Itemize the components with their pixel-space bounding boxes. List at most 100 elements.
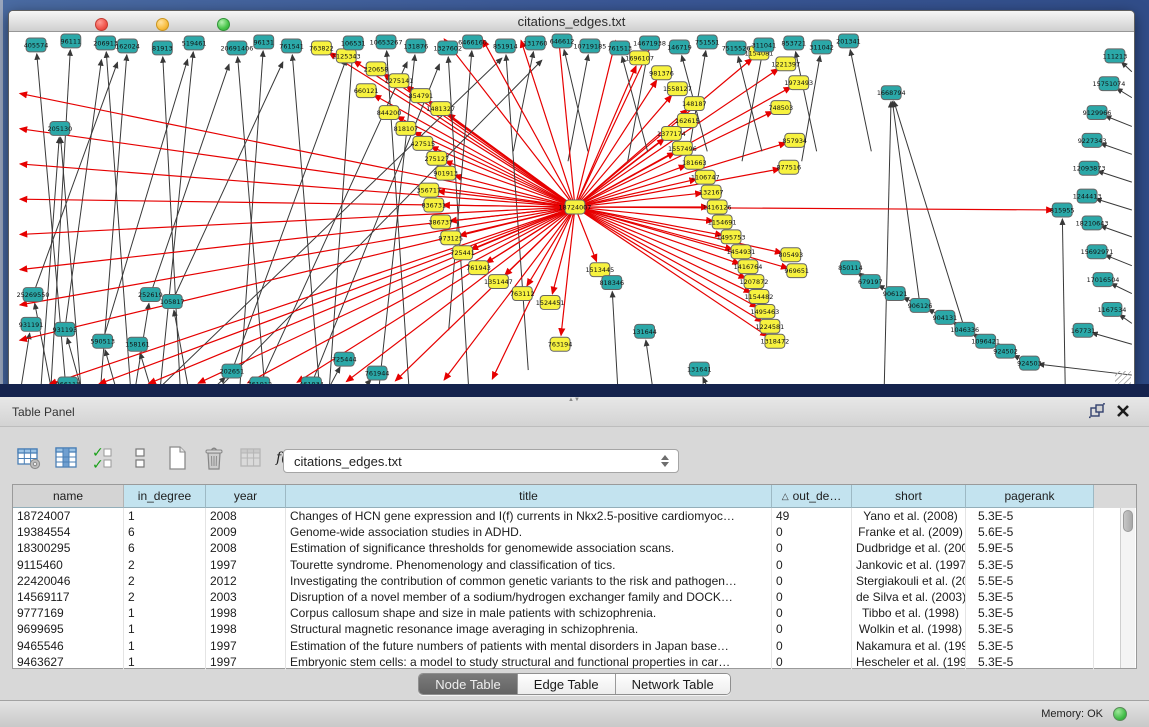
graph-edge[interactable] xyxy=(20,207,575,340)
graph-node-label: 1377174 xyxy=(657,130,686,138)
graph-edge[interactable] xyxy=(612,292,617,387)
table-row[interactable]: 1872400712008Changes of HCN gene express… xyxy=(13,508,1136,524)
deselect-all-button[interactable] xyxy=(125,443,155,473)
vertical-scrollbar[interactable] xyxy=(1120,508,1135,668)
graph-node-label: 311041 xyxy=(752,41,777,49)
graph-edge[interactable] xyxy=(329,53,575,207)
graph-edge[interactable] xyxy=(742,54,762,162)
delete-rows-button[interactable] xyxy=(199,443,229,473)
graph-edge[interactable] xyxy=(1092,333,1132,344)
window-titlebar[interactable]: citations_edges.txt xyxy=(9,11,1134,32)
table-row[interactable]: 946554611997Estimation of the future num… xyxy=(13,638,1136,654)
graph-edge[interactable] xyxy=(21,333,30,387)
graph-edge[interactable] xyxy=(174,310,188,387)
graph-edge[interactable] xyxy=(49,207,575,384)
column-header-title[interactable]: title xyxy=(286,485,772,508)
graph-edge[interactable] xyxy=(575,169,780,207)
scrollbar-thumb[interactable] xyxy=(1123,510,1133,532)
table-cell-pagerank: 5.9E-5 xyxy=(966,540,1094,556)
graph-edge[interactable] xyxy=(568,55,588,162)
graph-edge[interactable] xyxy=(552,207,575,294)
table-row[interactable]: 969969511998Structural magnetic resonanc… xyxy=(13,621,1136,637)
graph-edge[interactable] xyxy=(379,55,415,387)
graph-edge[interactable] xyxy=(892,102,920,306)
graph-edge[interactable] xyxy=(232,59,346,371)
sort-ascending-icon: △ xyxy=(782,491,789,502)
column-header-pagerank[interactable]: pagerank xyxy=(966,485,1094,508)
graph-edge[interactable] xyxy=(1101,143,1132,154)
delete-table-button-disabled[interactable] xyxy=(236,443,266,473)
graph-edge[interactable] xyxy=(575,111,773,207)
table-row[interactable]: 1456911722003Disruption of a novel membe… xyxy=(13,589,1136,605)
graph-edge[interactable] xyxy=(140,353,150,387)
column-header-in-degree[interactable]: in_degree xyxy=(124,485,206,508)
table-row[interactable]: 946362711997Embryonic stem cells: a mode… xyxy=(13,654,1136,670)
table-row[interactable]: 1938455462009Genome-wide association stu… xyxy=(13,524,1136,540)
graph-edge[interactable] xyxy=(884,102,891,387)
graph-edge[interactable] xyxy=(20,207,575,234)
graph-edge[interactable] xyxy=(65,60,102,330)
graph-edge[interactable] xyxy=(1111,283,1132,293)
graph-edge[interactable] xyxy=(20,207,575,305)
column-header-short[interactable]: short xyxy=(852,485,966,508)
graph-edge[interactable] xyxy=(35,303,51,387)
table-cell-short: Nakamura et al. (1997) xyxy=(852,638,966,654)
graph-node-label: 275127 xyxy=(424,155,449,163)
graph-edge[interactable] xyxy=(1121,62,1131,72)
table-row[interactable]: 911546021997Tourette syndrome. Phenomeno… xyxy=(13,557,1136,573)
resize-grip[interactable] xyxy=(1115,371,1131,384)
graph-node-label: 1495463 xyxy=(751,308,780,316)
graph-edge[interactable] xyxy=(240,51,263,387)
graph-edge[interactable] xyxy=(738,57,762,152)
new-table-button[interactable] xyxy=(162,443,192,473)
graph-node-label: 25269550 xyxy=(17,291,50,299)
graph-node-label: 158161 xyxy=(125,341,150,349)
graph-edge[interactable] xyxy=(575,80,657,207)
table-cell-out-de-: 0 xyxy=(772,638,852,654)
table-cell-in-degree: 2 xyxy=(124,589,206,605)
graph-edge[interactable] xyxy=(1101,226,1132,237)
column-header-year[interactable]: year xyxy=(206,485,286,508)
table-cell-pagerank: 5.3E-5 xyxy=(966,508,1094,524)
graph-node-label: 906126 xyxy=(908,302,933,310)
float-window-icon[interactable] xyxy=(1087,402,1107,422)
table-cell-year: 1998 xyxy=(206,605,286,621)
select-all-button[interactable]: ✓ ✓ xyxy=(88,443,118,473)
column-header-name[interactable]: name xyxy=(13,485,124,508)
graph-edge[interactable] xyxy=(850,50,871,152)
column-header-out-de-[interactable]: △out_de… xyxy=(772,485,852,508)
tab-network-table[interactable]: Network Table xyxy=(616,674,730,694)
splitter-handle-icon[interactable]: ▲▼ xyxy=(567,398,581,403)
graph-node-label: 311042 xyxy=(809,43,834,51)
graph-node-label: 81913 xyxy=(152,44,173,52)
graph-node-label: 761943 xyxy=(466,264,491,272)
memory-status-indicator[interactable] xyxy=(1113,707,1127,721)
graph-edge[interactable] xyxy=(444,39,575,207)
table-tab-bar: Node TableEdge TableNetwork Table xyxy=(0,673,1149,697)
network-view-window[interactable]: citations_edges.txt 18724007112534322065… xyxy=(8,10,1135,388)
graph-edge[interactable] xyxy=(1105,255,1131,266)
table-row[interactable]: 977716911998Corpus callosum shape and si… xyxy=(13,605,1136,621)
table-row[interactable]: 1830029562008Estimation of significance … xyxy=(13,540,1136,556)
table-selector-dropdown[interactable]: citations_edges.txt xyxy=(283,449,679,473)
table-panel: ▲▼ Table Panel xyxy=(0,397,1149,700)
graph-edge[interactable] xyxy=(646,340,653,387)
network-canvas[interactable]: 1872400711253432206581275141854791148132… xyxy=(9,32,1134,387)
select-columns-button[interactable] xyxy=(51,443,81,473)
table-cell-year: 1997 xyxy=(206,557,286,573)
table-row[interactable]: 2242004622012Investigating the contribut… xyxy=(13,573,1136,589)
column-settings-button[interactable] xyxy=(14,443,44,473)
graph-edge[interactable] xyxy=(1062,219,1065,387)
tab-edge-table[interactable]: Edge Table xyxy=(518,674,616,694)
graph-node-label: 9227343 xyxy=(1078,137,1107,145)
table-cell-name: 9115460 xyxy=(13,557,124,573)
table-cell-title: Disruption of a novel member of a sodium… xyxy=(286,589,772,605)
close-panel-icon[interactable] xyxy=(1113,402,1133,422)
graph-edge[interactable] xyxy=(1117,88,1132,97)
graph-edge[interactable] xyxy=(1105,116,1131,127)
graph-edge[interactable] xyxy=(628,52,648,162)
table-cell-short: Yano et al. (2008) xyxy=(852,508,966,524)
graph-edge[interactable] xyxy=(395,207,575,381)
graph-edge[interactable] xyxy=(575,207,1053,210)
tab-node-table[interactable]: Node Table xyxy=(419,674,518,694)
